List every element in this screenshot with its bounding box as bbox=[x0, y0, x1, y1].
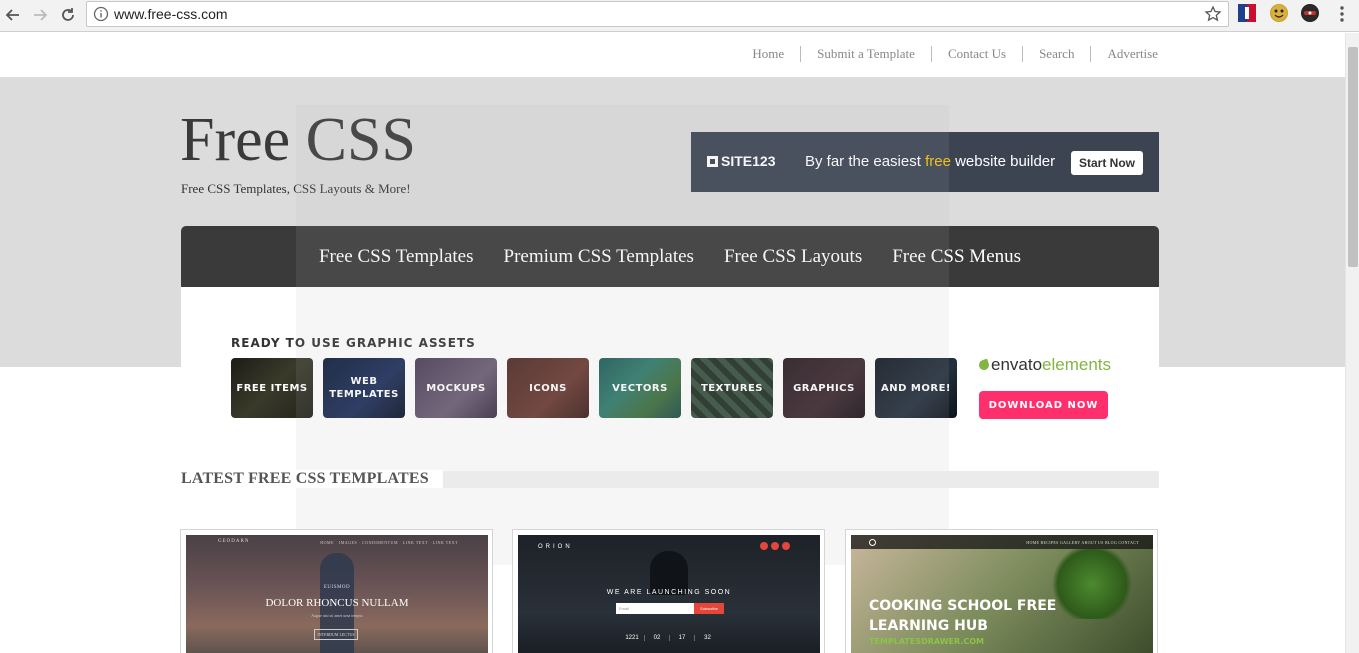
back-arrow-icon bbox=[5, 9, 19, 21]
latest-templates-header: LATEST FREE CSS TEMPLATES bbox=[181, 469, 1159, 489]
thumbnail-menu: HOME RECIPES GALLERY ABOUT US BLOG CONTA… bbox=[1026, 540, 1139, 545]
forward-arrow-icon bbox=[34, 9, 48, 21]
template-thumbnail[interactable]: ORION WE ARE LAUNCHING SOON Email Subscr… bbox=[518, 535, 820, 653]
envato-leaf-icon bbox=[977, 358, 991, 372]
template-card[interactable]: ORION WE ARE LAUNCHING SOON Email Subscr… bbox=[512, 529, 825, 653]
page-viewport: Home Submit a Template Contact Us Search… bbox=[0, 33, 1345, 653]
page-scrollbar[interactable] bbox=[1345, 33, 1359, 653]
back-button[interactable] bbox=[2, 4, 24, 26]
thumbnail-subtext: TEMPLATESDRAWER.COM bbox=[869, 637, 984, 646]
thumbnail-countdown: 1221 02 17 32 bbox=[620, 635, 720, 641]
topnav-contact-link[interactable]: Contact Us bbox=[930, 46, 1022, 62]
browser-menu-icon[interactable] bbox=[1334, 5, 1350, 23]
topnav-home-link[interactable]: Home bbox=[736, 46, 800, 62]
topnav-search-link[interactable]: Search bbox=[1022, 46, 1090, 62]
top-navigation: Home Submit a Template Contact Us Search… bbox=[0, 33, 1345, 77]
thumbnail-brand: ORION bbox=[538, 544, 573, 550]
thumbnail-headline: DOLOR RHONCUS NULLAM bbox=[265, 597, 409, 609]
template-card[interactable]: HOME RECIPES GALLERY ABOUT US BLOG CONTA… bbox=[845, 529, 1158, 653]
countdown-value: 32 bbox=[704, 635, 711, 641]
thumbnail-subtext: Augue nisi sit amet urna tempus bbox=[311, 613, 363, 618]
info-icon[interactable] bbox=[93, 6, 109, 22]
thumbnail-logo-icon bbox=[869, 539, 876, 546]
scrollbar-thumb[interactable] bbox=[1348, 47, 1358, 267]
thumbnail-brand: GEODARN bbox=[218, 539, 250, 544]
download-now-button[interactable]: DOWNLOAD NOW bbox=[979, 391, 1108, 419]
envato-brand-part2: elements bbox=[1042, 355, 1112, 374]
topnav-submit-template-link[interactable]: Submit a Template bbox=[800, 46, 931, 62]
reload-icon bbox=[62, 8, 74, 21]
envato-brand-part1: envato bbox=[991, 355, 1043, 374]
nba-extension-icon[interactable] bbox=[1238, 4, 1256, 22]
countdown-value: 02 bbox=[645, 635, 670, 641]
start-now-button[interactable]: Start Now bbox=[1071, 151, 1143, 175]
reload-button[interactable] bbox=[57, 4, 79, 26]
envato-elements-logo[interactable]: envato elements bbox=[977, 355, 1112, 375]
thumbnail-headline: WE ARE LAUNCHING SOON bbox=[606, 589, 732, 596]
forward-button[interactable] bbox=[29, 4, 51, 26]
thumbnail-kicker: EUISMOD bbox=[323, 585, 351, 590]
latest-templates-title: LATEST FREE CSS TEMPLATES bbox=[181, 470, 443, 488]
thumbnail-plant-image bbox=[1047, 549, 1137, 619]
template-card[interactable]: GEODARN HOME · IMAGES · CONDIMENTUM · LI… bbox=[180, 529, 493, 653]
thumbnail-menu: HOME · IMAGES · CONDIMENTUM · LINK TEXT … bbox=[320, 540, 458, 545]
template-thumbnail[interactable]: HOME RECIPES GALLERY ABOUT US BLOG CONTA… bbox=[851, 535, 1153, 653]
thumbnail-navbar: GEODARN HOME · IMAGES · CONDIMENTUM · LI… bbox=[186, 535, 488, 549]
thumbnail-headline-line1: COOKING SCHOOL FREE bbox=[869, 598, 1057, 614]
thumbnail-subscribe-button: Subscribe bbox=[694, 603, 724, 614]
ghost-overlay bbox=[296, 105, 949, 565]
thumbnail-button: INTERDUM LECTUS bbox=[314, 629, 358, 640]
bomb-extension-icon[interactable] bbox=[1301, 4, 1319, 22]
countdown-value: 1221 bbox=[620, 635, 645, 641]
countdown-value: 17 bbox=[670, 635, 695, 641]
thumbnail-headline-line2: LEARNING HUB bbox=[869, 618, 988, 634]
template-thumbnail[interactable]: GEODARN HOME · IMAGES · CONDIMENTUM · LI… bbox=[186, 535, 488, 653]
bookmark-star-icon[interactable] bbox=[1204, 5, 1222, 23]
ad-text-after: website builder bbox=[950, 153, 1056, 170]
url-text[interactable]: www.free-css.com bbox=[114, 6, 228, 22]
emoji-extension-icon[interactable] bbox=[1270, 4, 1288, 22]
browser-toolbar: www.free-css.com bbox=[0, 0, 1359, 32]
thumbnail-social-icons bbox=[757, 542, 790, 550]
section-rule bbox=[439, 471, 1159, 488]
thumbnail-email-input: Email bbox=[616, 603, 694, 614]
address-bar[interactable]: www.free-css.com bbox=[86, 1, 1229, 27]
thumbnail-navbar: HOME RECIPES GALLERY ABOUT US BLOG CONTA… bbox=[851, 535, 1153, 549]
topnav-advertise-link[interactable]: Advertise bbox=[1090, 46, 1158, 62]
